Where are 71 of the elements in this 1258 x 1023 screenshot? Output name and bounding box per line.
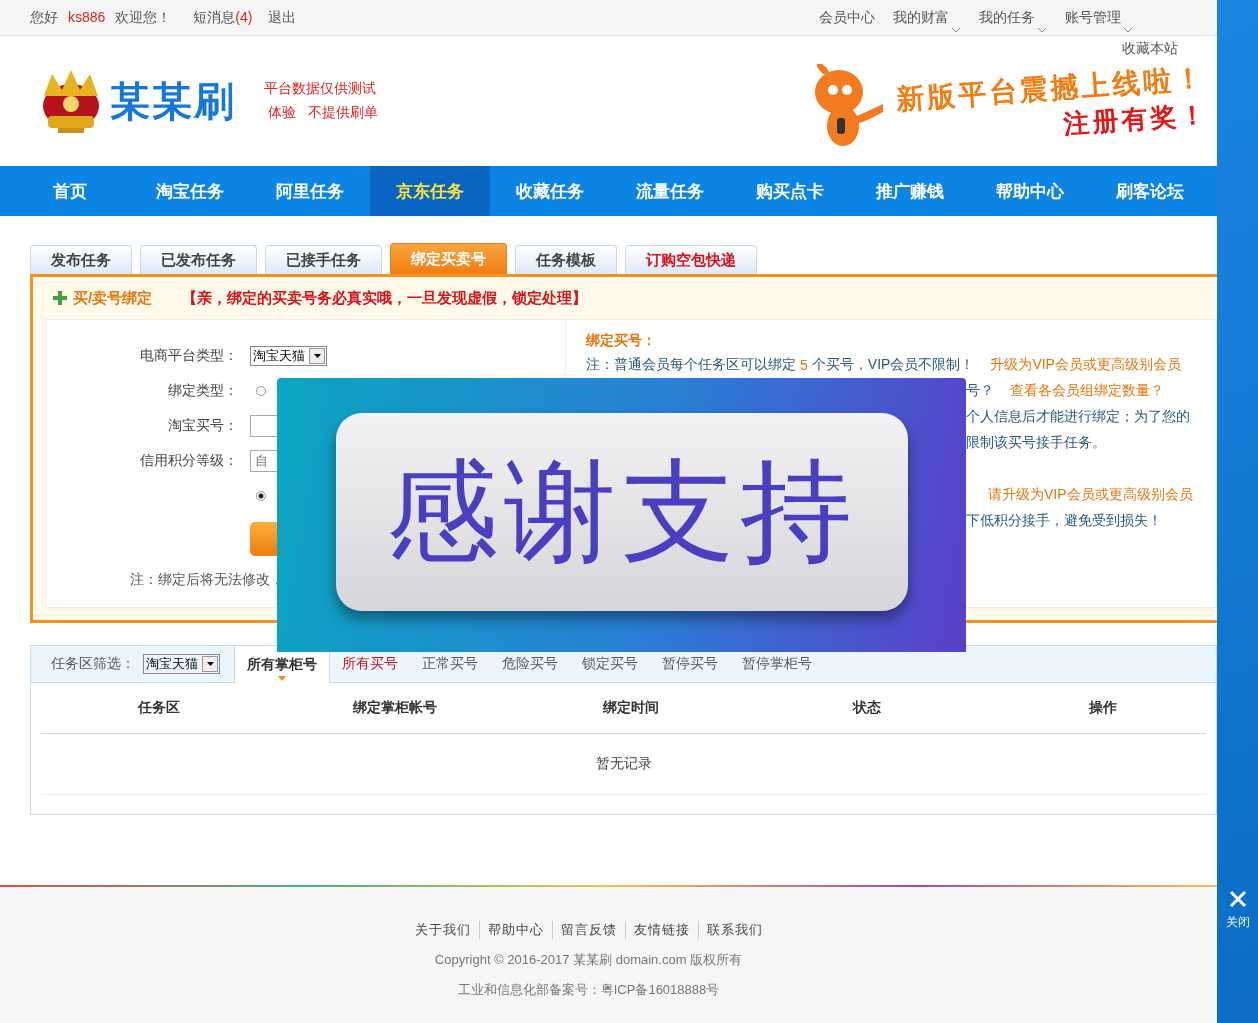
- tab[interactable]: 已接手任务: [265, 245, 382, 274]
- thanks-text: 感谢支持: [385, 444, 858, 578]
- info-number: 5: [800, 357, 808, 373]
- tab[interactable]: 订购空包快递: [625, 245, 757, 274]
- info-text: 限制该买号接手任务。: [966, 434, 1106, 452]
- tab[interactable]: 发布任务: [30, 245, 132, 274]
- username-link[interactable]: ks886: [68, 8, 106, 27]
- note-text: 注：绑定后将无法修改，: [129, 571, 285, 589]
- footer-link[interactable]: 留言反馈: [551, 921, 625, 939]
- caret-icon: [278, 676, 286, 681]
- field-label: 绑定类型：: [168, 381, 238, 398]
- nav-item[interactable]: 购买点卡: [730, 166, 850, 216]
- panel-title: 买/卖号绑定: [73, 288, 153, 308]
- bookmark-link[interactable]: 收藏本站: [1122, 40, 1178, 58]
- chevron-down-icon: [951, 26, 961, 33]
- logout-link[interactable]: 退出: [268, 8, 297, 27]
- welcome-text: 欢迎您！: [115, 8, 172, 27]
- nav-item[interactable]: 推广赚钱: [850, 166, 970, 216]
- dropdown-arrow-icon: [206, 662, 214, 666]
- icp-text: 工业和信息化部备案号：粤ICP备16018888号: [457, 981, 720, 999]
- footer-link[interactable]: 友情链接: [624, 921, 698, 939]
- empty-text: 暂无记录: [595, 755, 652, 773]
- info-text: 下低积分接手，避免受到损失！: [966, 512, 1162, 530]
- top-menu-link[interactable]: 账号管理: [1065, 8, 1121, 27]
- column-header: 任务区: [138, 699, 180, 717]
- greeting-text: 您好: [30, 8, 58, 27]
- column-header: 绑定时间: [603, 699, 659, 717]
- zone-select[interactable]: 淘宝天猫: [143, 654, 220, 674]
- info-text: 号？: [966, 382, 994, 400]
- top-menu-link[interactable]: 我的任务: [979, 8, 1035, 27]
- nav-item[interactable]: 刷客论坛: [1090, 166, 1210, 216]
- slogan-text: 体验 不提供刷单: [267, 104, 378, 122]
- nav-item[interactable]: 收藏任务: [490, 166, 610, 216]
- footer-link[interactable]: 关于我们: [406, 921, 479, 939]
- column-header: 状态: [853, 699, 881, 717]
- field-label: 电商平台类型：: [140, 346, 238, 363]
- messages-link[interactable]: 短消息(4): [193, 8, 253, 27]
- plus-icon: [53, 291, 67, 305]
- column-header: 绑定掌柜帐号: [353, 699, 437, 717]
- dropdown-arrow-icon: [313, 353, 321, 358]
- nav-item[interactable]: 阿里任务: [250, 166, 370, 216]
- nav-item[interactable]: 淘宝任务: [130, 166, 250, 216]
- notice-text: 【亲，绑定的买卖号务必真实哦，一旦发现虚假，锁定处理】: [182, 288, 588, 308]
- nav-item[interactable]: 流量任务: [610, 166, 730, 216]
- top-menu-link[interactable]: 会员中心: [819, 8, 875, 27]
- radio-button[interactable]: [256, 490, 266, 501]
- field-label: 信用积分等级：: [140, 451, 238, 468]
- info-text: 注：普通会员每个任务区可以绑定: [586, 356, 796, 374]
- filter-label: 任务区筛选：: [51, 655, 135, 673]
- footer-link[interactable]: 帮助中心: [478, 921, 552, 939]
- info-text: 个人信息后才能进行绑定；为了您的: [966, 408, 1190, 426]
- close-icon: [1228, 890, 1247, 908]
- logo-text: 某某刷: [110, 77, 236, 125]
- column-header: 操作: [1089, 699, 1117, 717]
- field-label: 淘宝买号：: [168, 416, 238, 433]
- copyright-text: Copyright © 2016-2017 某某刷 domain.com 版权所有: [434, 951, 743, 969]
- platform-select[interactable]: 淘宝天猫: [250, 345, 327, 366]
- info-title: 绑定买号：: [586, 332, 657, 350]
- footer-link[interactable]: 联系我们: [697, 921, 771, 939]
- chevron-down-icon: [1037, 26, 1047, 33]
- slogan-text: 平台数据仅供测试: [264, 80, 377, 98]
- tab[interactable]: 已发布任务: [140, 245, 257, 274]
- nav-item[interactable]: 京东任务: [370, 166, 490, 216]
- top-menu-link[interactable]: 我的财富: [893, 8, 949, 27]
- tab[interactable]: 任务模板: [515, 245, 617, 274]
- chevron-down-icon: [1123, 26, 1133, 33]
- nav-item[interactable]: 首页: [10, 166, 130, 216]
- nav-item[interactable]: 帮助中心: [970, 166, 1090, 216]
- close-button[interactable]: 关闭: [1217, 890, 1258, 931]
- info-text: 个买号，VIP会员不限制！: [811, 356, 975, 374]
- filter-tab[interactable]: 所有掌柜号: [234, 646, 330, 683]
